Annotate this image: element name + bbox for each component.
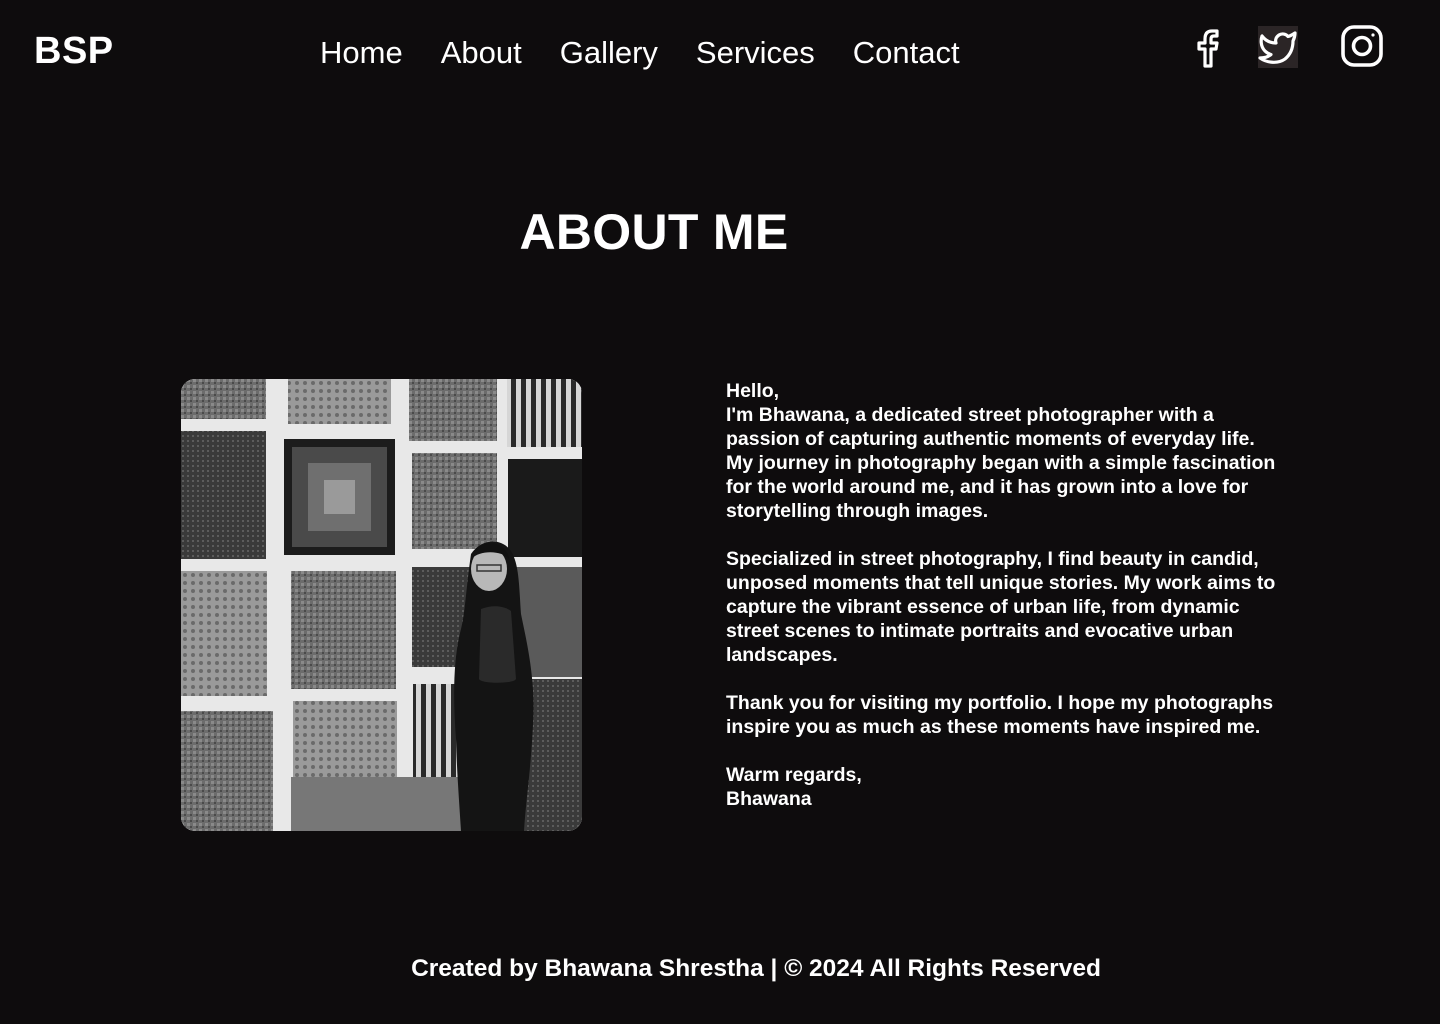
bio-intro: Hello, I'm Bhawana, a dedicated street p… [726, 379, 1286, 523]
bio-signoff-block: Warm regards, Bhawana [726, 763, 1286, 811]
instagram-icon[interactable] [1340, 24, 1384, 68]
page-title: ABOUT ME [519, 204, 789, 260]
twitter-icon[interactable] [1258, 26, 1298, 68]
bio-paragraph-3: Thank you for visiting my portfolio. I h… [726, 692, 1274, 738]
social-links [0, 24, 1440, 74]
bio-paragraph-2: Specialized in street photography, I fin… [726, 548, 1276, 666]
facebook-icon[interactable] [1184, 28, 1228, 72]
footer-copyright: Created by Bhawana Shrestha | © 2024 All… [411, 955, 1101, 982]
bio-greeting: Hello, [726, 380, 780, 402]
bio-signature: Bhawana [726, 788, 812, 810]
page: BSP Home About Gallery Services Contact … [0, 0, 1440, 1024]
about-bio: Hello, I'm Bhawana, a dedicated street p… [726, 379, 1286, 835]
profile-photo [181, 379, 582, 831]
bio-signoff: Warm regards, [726, 764, 862, 786]
bio-paragraph-1: I'm Bhawana, a dedicated street photogra… [726, 404, 1276, 522]
